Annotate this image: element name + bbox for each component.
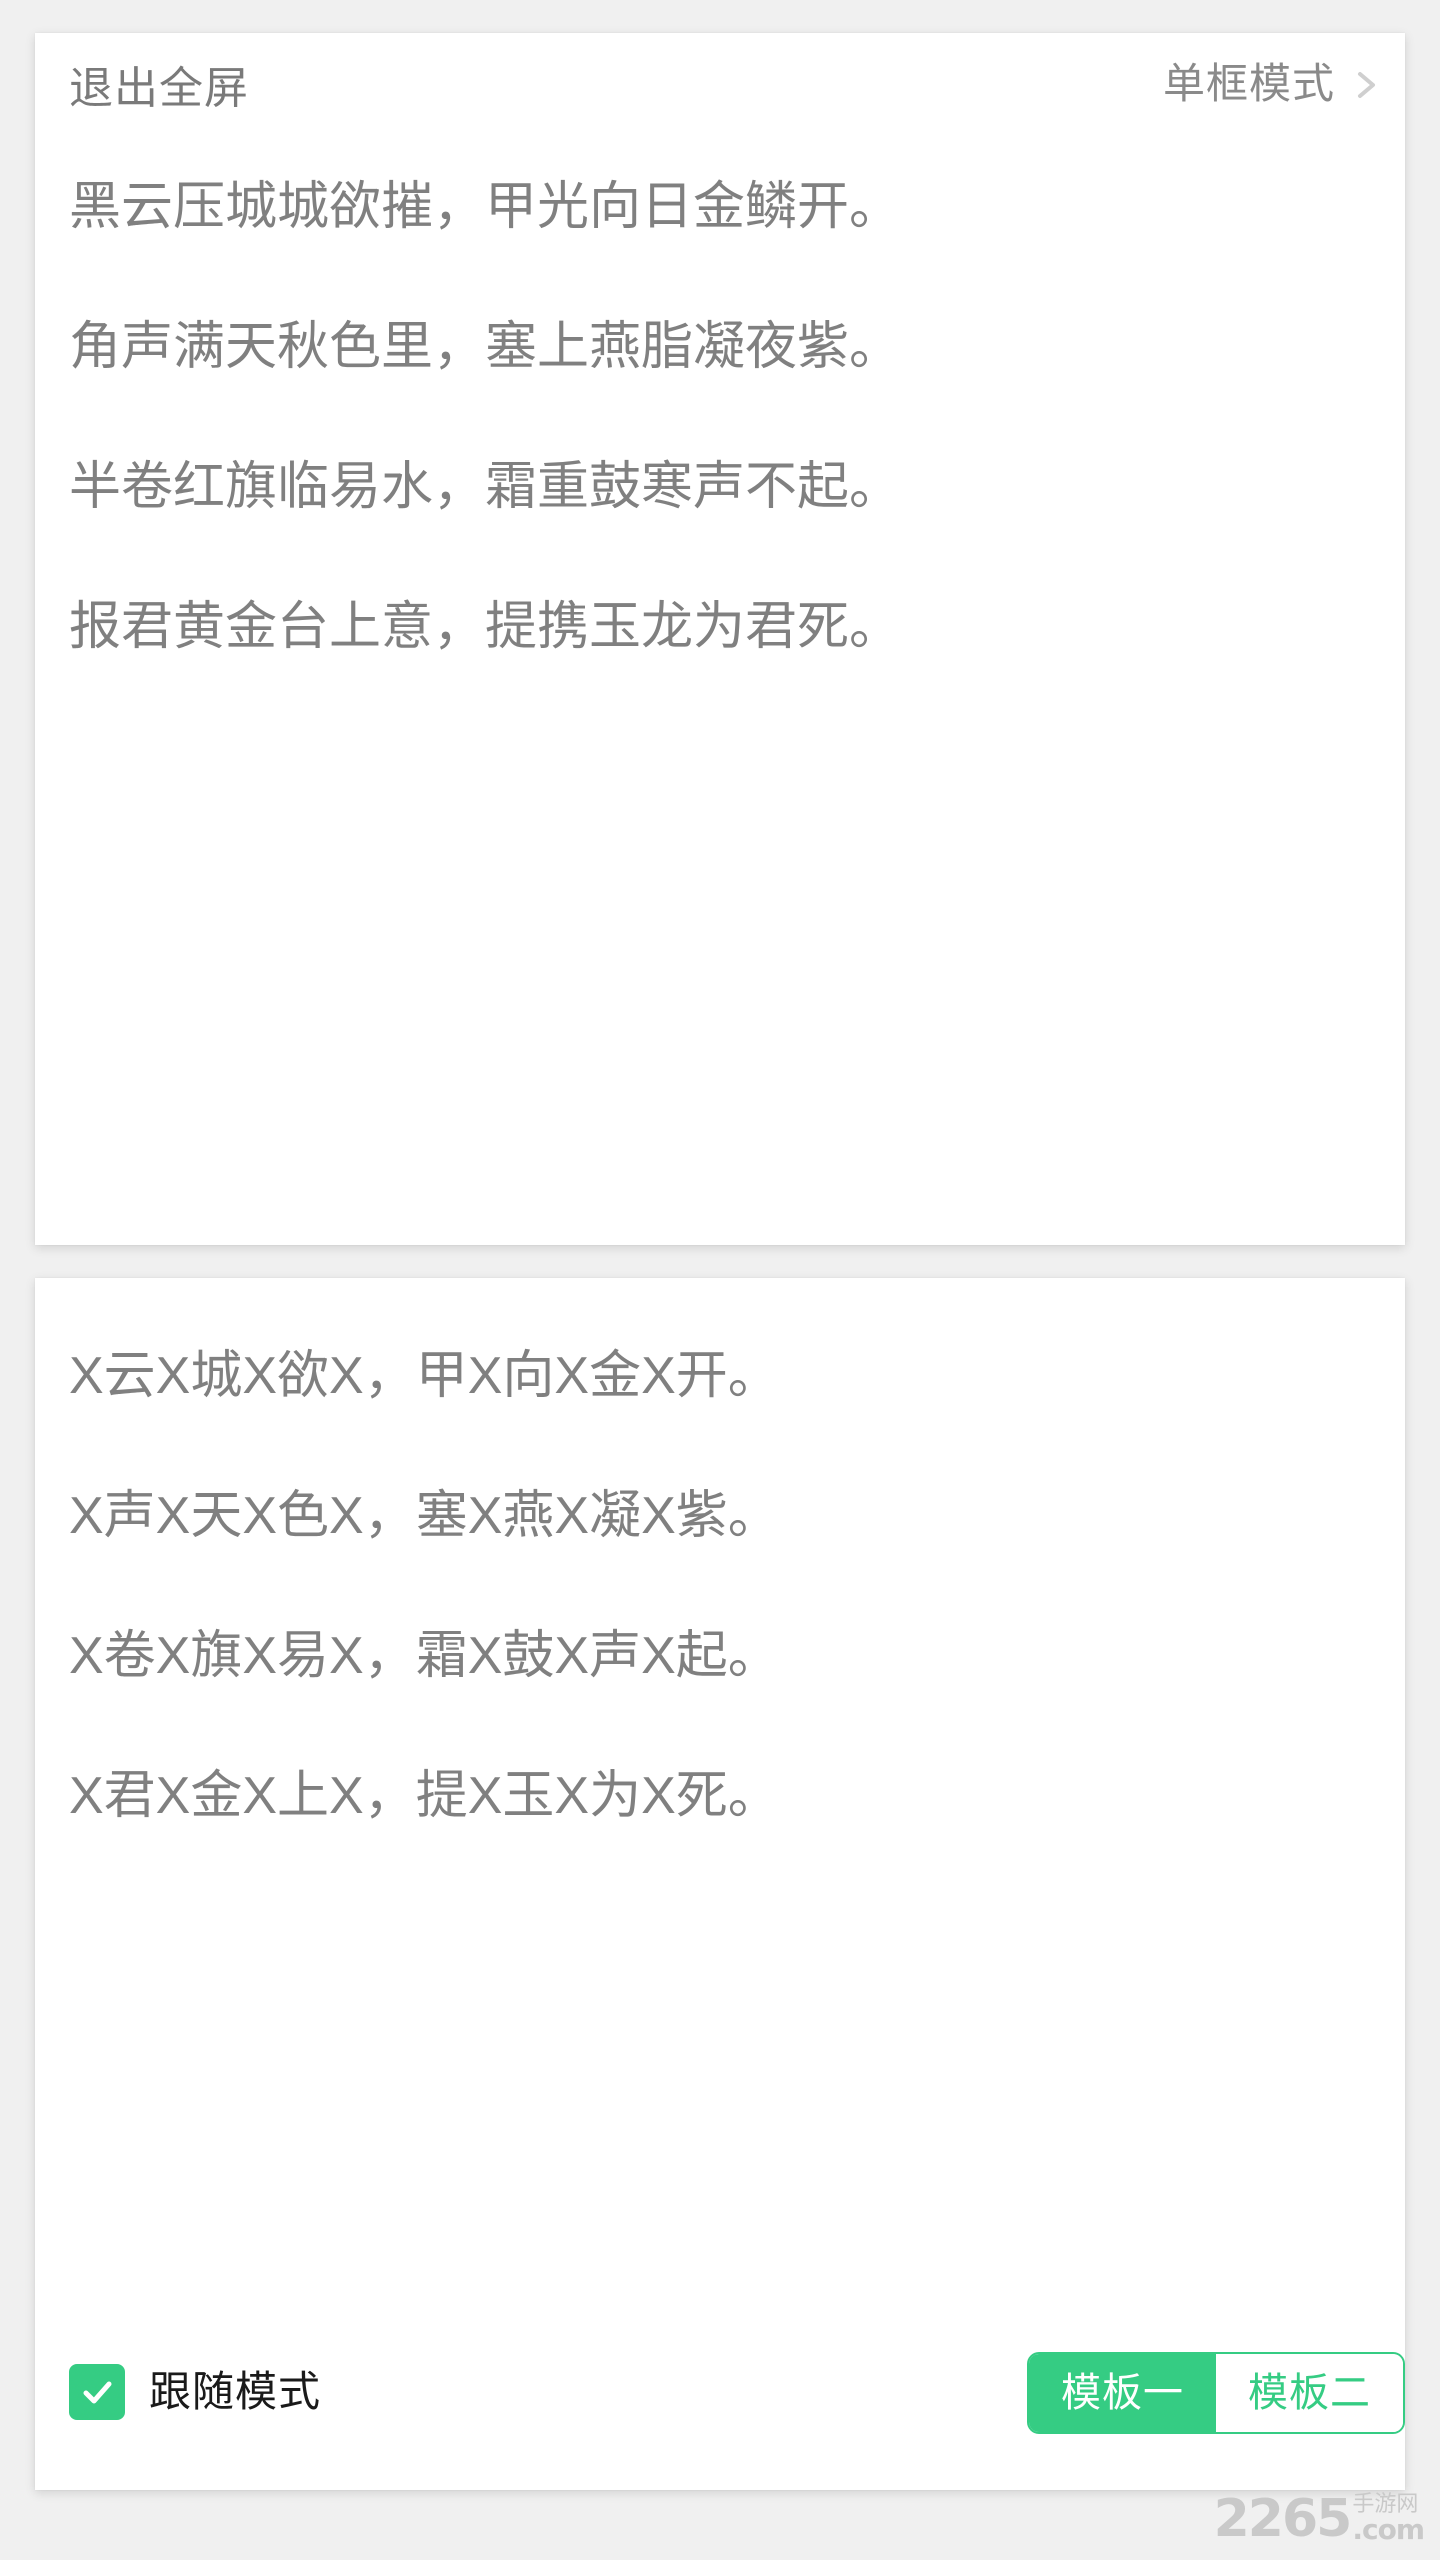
card-header: 退出全屏 单框模式 (35, 33, 1405, 145)
masked-poem-line[interactable]: X卷X旗X易X，霜X鼓X声X起。 (69, 1586, 1371, 1726)
poem-line: 报君黄金台上意，提携玉龙为君死。 (69, 598, 902, 656)
poem-line: 半卷红旗临易水，霜重鼓寒声不起。 (69, 458, 902, 516)
watermark-com-text: .com (1352, 2513, 1425, 2546)
template-segmented-control[interactable]: 模板一 模板二 (1027, 2352, 1405, 2434)
check-icon (83, 2381, 112, 2404)
follow-mode-label: 跟随模式 (149, 2368, 322, 2415)
masked-poem-line[interactable]: X云X城X欲X，甲X向X金X开。 (69, 1306, 1371, 1446)
app-screen: 退出全屏 单框模式 黑云压城城欲摧，甲光向日金鳞开。 角声满天秋色里，塞上燕脂凝… (0, 0, 1440, 2560)
poem-line: 角声满天秋色里，塞上燕脂凝夜紫。 (69, 318, 902, 376)
masked-poem-line[interactable]: X君X金X上X，提X玉X为X死。 (69, 1726, 1371, 1866)
mode-switch-button[interactable]: 单框模式 (1163, 63, 1383, 105)
follow-mode-checkbox[interactable] (69, 2364, 125, 2420)
template-one-button[interactable]: 模板一 (1029, 2354, 1216, 2432)
poem-line: 黑云压城城欲摧，甲光向日金鳞开。 (69, 178, 902, 236)
practice-card-footer: 跟随模式 模板一 模板二 (35, 2290, 1405, 2490)
template-two-button[interactable]: 模板二 (1216, 2354, 1403, 2432)
original-poem-card: 退出全屏 单框模式 黑云压城城欲摧，甲光向日金鳞开。 角声满天秋色里，塞上燕脂凝… (35, 33, 1405, 1245)
follow-mode-toggle[interactable]: 跟随模式 (69, 2364, 321, 2420)
site-watermark: 2265 手游网 .com (1213, 2488, 1425, 2549)
chevron-right-icon (1349, 68, 1383, 102)
masked-poem-line[interactable]: X声X天X色X，塞X燕X凝X紫。 (69, 1446, 1371, 1586)
watermark-cn-text: 手游网 (1352, 2490, 1419, 2516)
practice-poem-card: X云X城X欲X，甲X向X金X开。 X声X天X色X，塞X燕X凝X紫。 X卷X旗X易… (35, 1278, 1405, 2490)
watermark-main-text: 2265 (1213, 2488, 1353, 2549)
practice-poem-body: X云X城X欲X，甲X向X金X开。 X声X天X色X，塞X燕X凝X紫。 X卷X旗X易… (35, 1278, 1405, 1866)
mode-switch-label: 单框模式 (1162, 60, 1335, 107)
watermark-side: 手游网 .com (1352, 2490, 1425, 2546)
original-poem-body: 黑云压城城欲摧，甲光向日金鳞开。 角声满天秋色里，塞上燕脂凝夜紫。 半卷红旗临易… (35, 137, 1405, 697)
exit-fullscreen-button[interactable]: 退出全屏 (69, 67, 249, 111)
